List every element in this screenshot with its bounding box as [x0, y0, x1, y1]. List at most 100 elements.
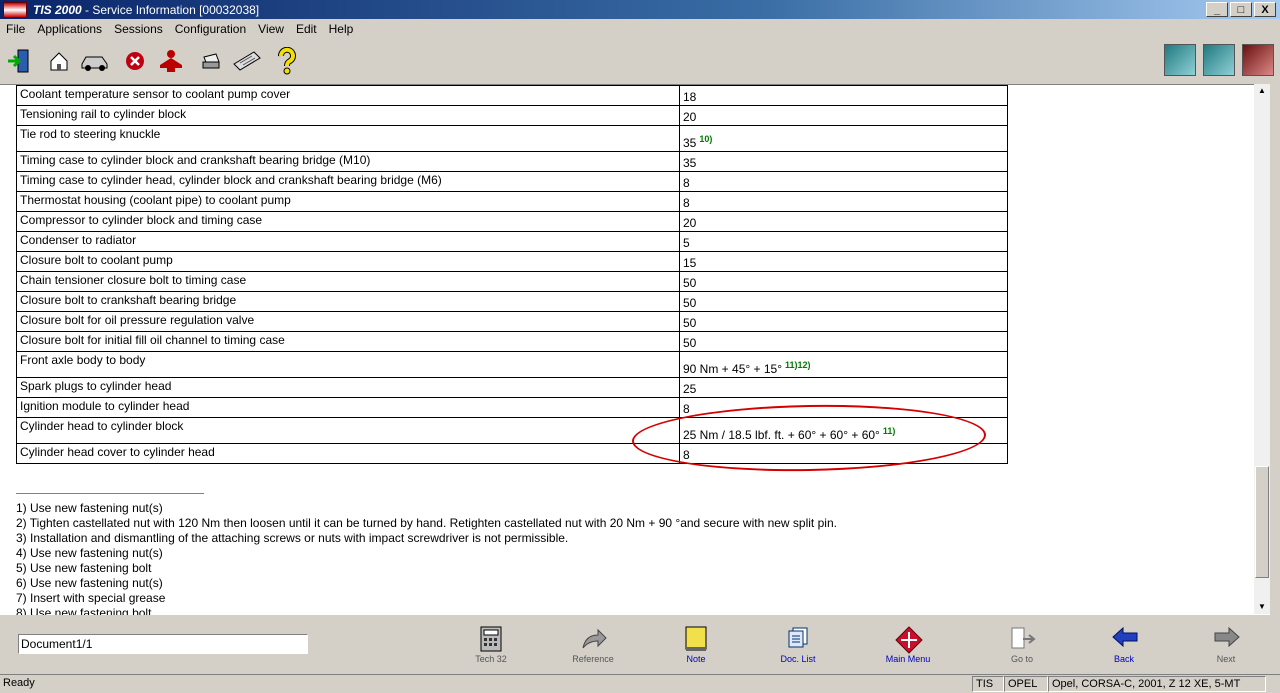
go-to-button[interactable]: Go to	[986, 626, 1058, 662]
menu-file[interactable]: File	[0, 22, 31, 36]
vehicle-selection-icon[interactable]	[1164, 44, 1196, 76]
back-label: Back	[1113, 654, 1134, 662]
exit-icon[interactable]	[4, 47, 34, 75]
reference-button[interactable]: Reference	[557, 626, 629, 662]
torque-value: 35	[683, 156, 697, 170]
torque-value: 8	[683, 176, 690, 190]
reference-label: Reference	[572, 654, 614, 662]
torque-value-cell: 8	[679, 191, 1008, 212]
component-cell: Closure bolt to coolant pump	[16, 251, 680, 272]
table-row: Closure bolt for initial fill oil channe…	[16, 331, 1008, 352]
tis-logo-icon	[3, 1, 27, 18]
note-label: Note	[686, 654, 706, 662]
close-button[interactable]: X	[1254, 2, 1276, 17]
component-cell: Front axle body to body	[16, 351, 680, 378]
print-icon[interactable]	[196, 47, 226, 75]
vehicle-icon[interactable]	[80, 47, 110, 75]
footnote: 5) Use new fastening bolt	[16, 561, 152, 575]
torque-value-cell: 35	[679, 151, 1008, 172]
status-bar: Ready TIS OPEL Opel, CORSA-C, 2001, Z 12…	[0, 674, 1280, 693]
status-brand: OPEL	[1004, 676, 1048, 692]
torque-value-cell: 5	[679, 231, 1008, 252]
table-row: Timing case to cylinder head, cylinder b…	[16, 171, 1008, 192]
maximize-button[interactable]: □	[1230, 2, 1252, 17]
help-icon[interactable]	[272, 47, 302, 75]
doc-list-label: Doc. List	[780, 654, 816, 662]
calculator-icon	[478, 626, 504, 652]
torque-value-cell: 20	[679, 105, 1008, 126]
footnote: 4) Use new fastening nut(s)	[16, 546, 163, 560]
component-cell: Timing case to cylinder head, cylinder b…	[16, 171, 680, 192]
torque-value: 35	[683, 136, 697, 150]
component-cell: Timing case to cylinder block and cranks…	[16, 151, 680, 172]
torque-value: 20	[683, 216, 697, 230]
doc-list-button[interactable]: Doc. List	[762, 626, 834, 662]
keyboard-icon[interactable]	[232, 47, 262, 75]
back-button[interactable]: Back	[1088, 626, 1160, 662]
document-view[interactable]: Coolant temperature sensor to coolant pu…	[0, 84, 1270, 615]
back-arrow-icon	[1111, 626, 1138, 652]
component-cell: Coolant temperature sensor to coolant pu…	[16, 85, 680, 106]
status-text: Ready	[3, 677, 35, 689]
torque-value-cell: 35 10)	[679, 125, 1008, 152]
go-to-label: Go to	[1010, 654, 1033, 662]
torque-value-cell: 25	[679, 377, 1008, 398]
torque-value: 90 Nm + 45° + 15°	[683, 362, 782, 376]
table-row: Chain tensioner closure bolt to timing c…	[16, 271, 1008, 292]
main-menu-icon	[895, 626, 923, 654]
torque-value: 50	[683, 296, 697, 310]
table-row: Spark plugs to cylinder head 25	[16, 377, 1008, 398]
note-icon	[683, 626, 709, 652]
status-vehicle: Opel, CORSA-C, 2001, Z 12 XE, 5-MT	[1048, 676, 1266, 692]
toolbar	[0, 40, 1280, 82]
vehicle-diagnosis-icon[interactable]	[1203, 44, 1235, 76]
menu-bar: File Applications Sessions Configuration…	[0, 19, 1280, 39]
component-cell: Tie rod to steering knuckle	[16, 125, 680, 152]
footnote: 3) Installation and dismantling of the a…	[16, 531, 569, 545]
component-cell: Closure bolt for oil pressure regulation…	[16, 311, 680, 332]
footnote-reference[interactable]: 10)	[699, 134, 712, 144]
cancel-icon[interactable]	[120, 47, 150, 75]
footnote-reference[interactable]: 11)12)	[785, 360, 811, 370]
menu-view[interactable]: View	[252, 22, 290, 36]
table-row: Condenser to radiator 5	[16, 231, 1008, 252]
component-cell: Cylinder head cover to cylinder head	[16, 443, 680, 464]
torque-value: 25	[683, 382, 697, 396]
main-menu-label: Main Menu	[885, 654, 931, 662]
torque-value: 8	[683, 196, 690, 210]
component-cell: Thermostat housing (coolant pipe) to coo…	[16, 191, 680, 212]
menu-configuration[interactable]: Configuration	[169, 22, 252, 36]
vehicle-service-icon[interactable]	[1242, 44, 1274, 76]
next-label: Next	[1216, 654, 1236, 662]
component-cell: Ignition module to cylinder head	[16, 397, 680, 418]
torque-value-cell: 15	[679, 251, 1008, 272]
torque-value: 50	[683, 336, 697, 350]
table-row: Front axle body to body 90 Nm + 45° + 15°…	[16, 351, 1008, 378]
minimize-button[interactable]: _	[1206, 2, 1228, 17]
main-menu-button[interactable]: Main Menu	[872, 626, 944, 662]
menu-help[interactable]: Help	[323, 22, 360, 36]
torque-value: 50	[683, 276, 697, 290]
menu-sessions[interactable]: Sessions	[108, 22, 169, 36]
scrollbar-thumb[interactable]	[1255, 466, 1269, 578]
torque-value-cell: 90 Nm + 45° + 15° 11)12)	[679, 351, 1008, 378]
user-icon[interactable]	[156, 47, 186, 75]
note-button[interactable]: Note	[660, 626, 732, 662]
title-bar: TIS 2000 - Service Information [00032038…	[0, 0, 1280, 19]
component-cell: Closure bolt to crankshaft bearing bridg…	[16, 291, 680, 312]
torque-value-cell: 50	[679, 331, 1008, 352]
component-cell: Compressor to cylinder block and timing …	[16, 211, 680, 232]
menu-applications[interactable]: Applications	[31, 22, 108, 36]
tech32-label: Tech 32	[475, 654, 507, 662]
tech32-button[interactable]: Tech 32	[455, 626, 527, 662]
scroll-up-icon[interactable]: ▲	[1258, 86, 1266, 95]
component-cell: Cylinder head to cylinder block	[16, 417, 680, 444]
next-button[interactable]: Next	[1190, 626, 1262, 662]
scroll-down-icon[interactable]: ▼	[1258, 602, 1266, 611]
component-cell: Condenser to radiator	[16, 231, 680, 252]
home-icon[interactable]	[44, 47, 74, 75]
table-row: Coolant temperature sensor to coolant pu…	[16, 85, 1008, 106]
menu-edit[interactable]: Edit	[290, 22, 323, 36]
torque-value: 5	[683, 236, 690, 250]
table-row: Tensioning rail to cylinder block 20	[16, 105, 1008, 126]
